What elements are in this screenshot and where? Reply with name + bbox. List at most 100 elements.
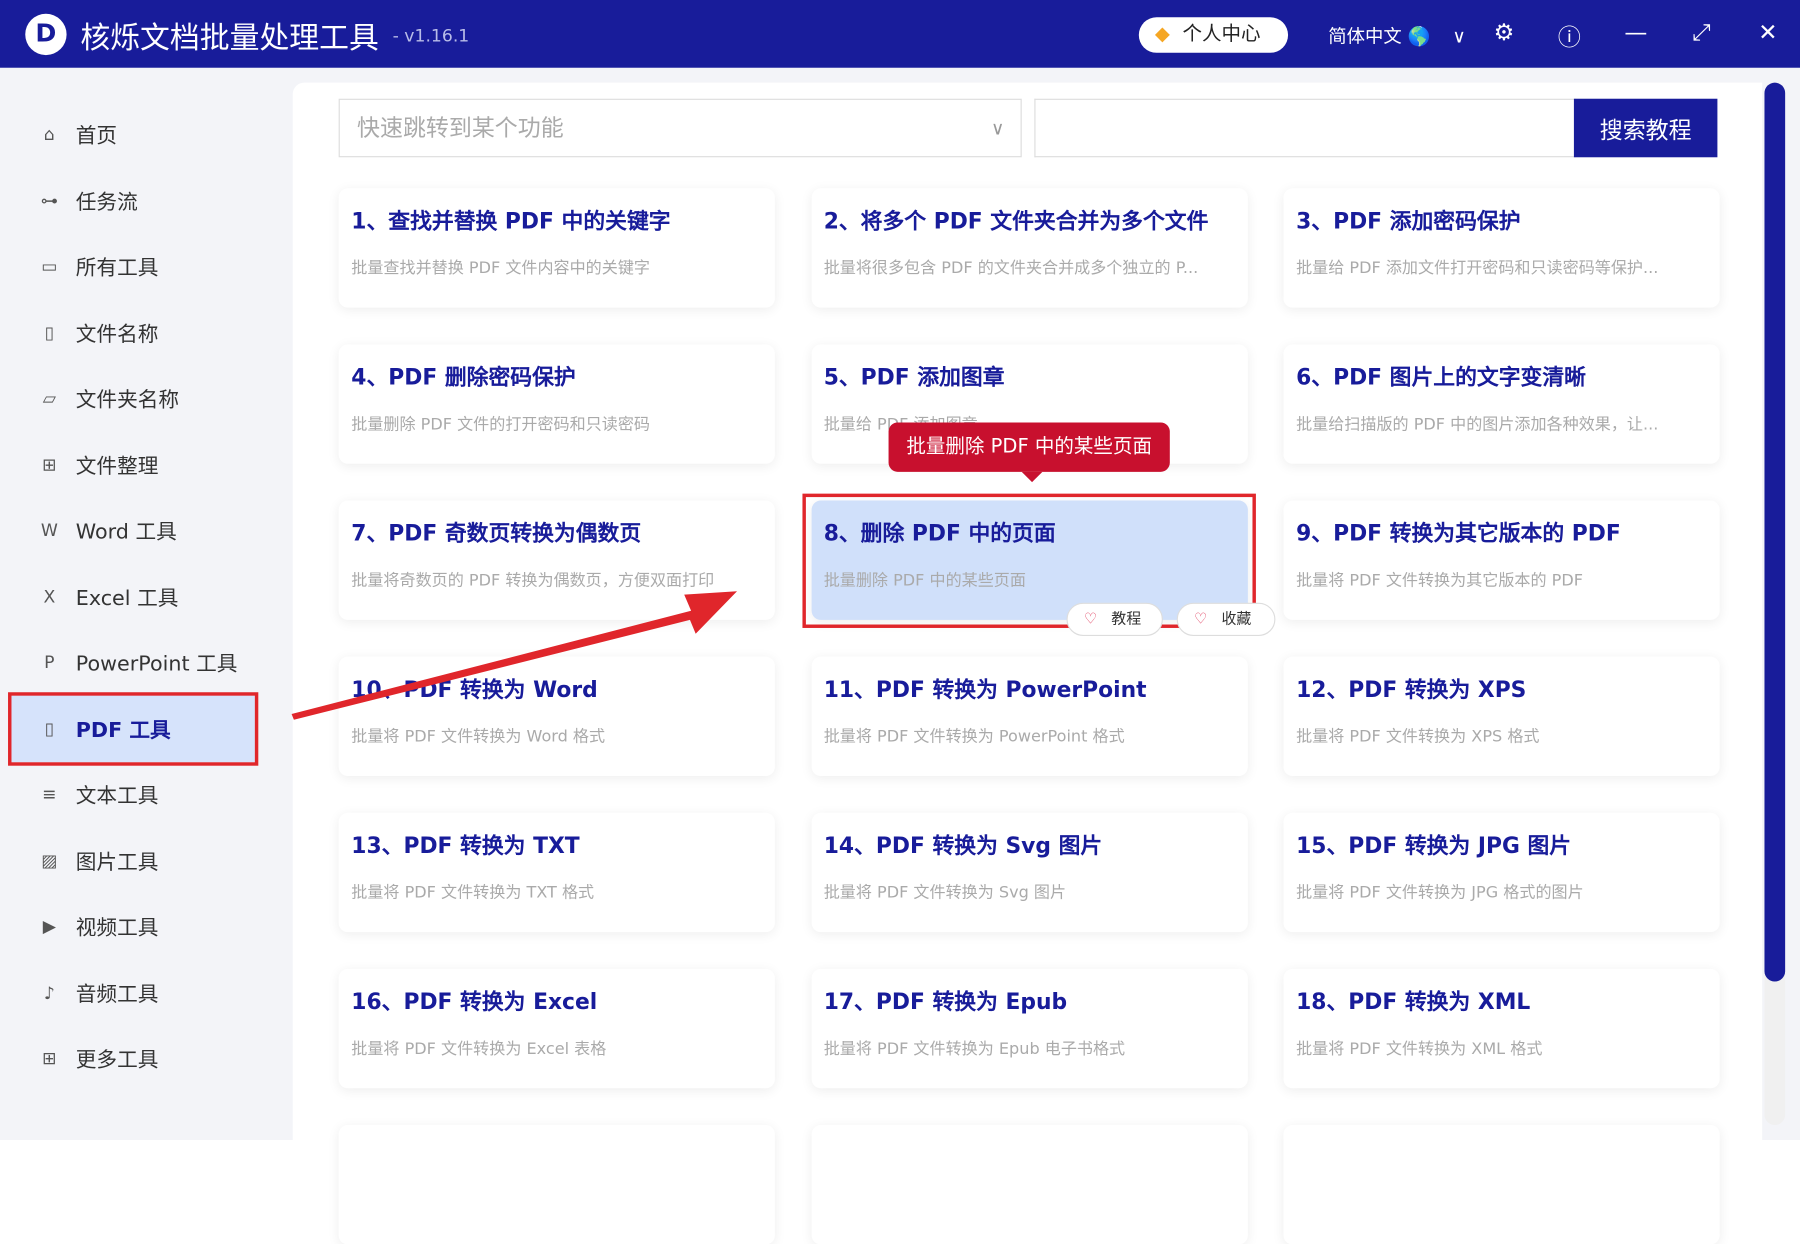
minimize-icon[interactable]: —	[1621, 18, 1651, 46]
sidebar-item[interactable]: ▭所有工具	[11, 233, 254, 300]
tool-card[interactable]	[1283, 1125, 1719, 1244]
tool-card[interactable]: 6、PDF 图片上的文字变清晰批量给扫描版的 PDF 中的图片添加各种效果，让.…	[1283, 344, 1719, 463]
gear-icon[interactable]: ⚙	[1489, 18, 1519, 46]
tool-card-title: 12、PDF 转换为 XPS	[1296, 673, 1707, 704]
tool-card-title: 16、PDF 转换为 Excel	[351, 985, 762, 1016]
sidebar-item-label: 图片工具	[76, 846, 159, 876]
tool-card[interactable]: 13、PDF 转换为 TXT批量将 PDF 文件转换为 TXT 格式	[339, 813, 775, 932]
sidebar-item[interactable]: XExcel 工具	[11, 563, 254, 630]
app-version: - v1.16.1	[393, 25, 470, 46]
sidebar-item[interactable]: ▨ 图片工具	[11, 827, 254, 894]
scrollbar-thumb[interactable]	[1764, 83, 1785, 982]
sidebar-item[interactable]: ⊶任务流	[11, 167, 254, 234]
sidebar-item-label: PowerPoint 工具	[76, 647, 238, 677]
sidebar-item[interactable]: ▯ PDF 工具	[11, 695, 254, 762]
video-icon: ▶	[37, 916, 62, 937]
user-center-button[interactable]: ◆个人中心	[1139, 17, 1288, 53]
sidebar-item[interactable]: ▶ 视频工具	[11, 893, 254, 960]
sidebar-item[interactable]: ≡文本工具	[11, 761, 254, 828]
tool-card-title: 18、PDF 转换为 XML	[1296, 985, 1707, 1016]
monitor-icon: ▭	[37, 256, 62, 277]
sidebar-item-label: 更多工具	[76, 1044, 159, 1074]
app-logo: D	[25, 14, 66, 55]
ppt-icon: P	[37, 652, 62, 673]
main-panel: 快速跳转到某个功能∨ 搜索教程 1、查找并替换 PDF 中的关键字批量查找并替换…	[293, 83, 1762, 1140]
word-icon: W	[37, 520, 62, 541]
help-icon[interactable]: ⓘ	[1554, 18, 1584, 51]
mic-icon: ♪	[37, 982, 62, 1003]
tool-card[interactable]: 2、将多个 PDF 文件夹合并为多个文件批量将很多包含 PDF 的文件夹合并成多…	[811, 188, 1247, 307]
sidebar-item[interactable]: ▱文件夹名称	[11, 365, 254, 432]
tool-card[interactable]: 4、PDF 删除密码保护批量删除 PDF 文件的打开密码和只读密码	[339, 344, 775, 463]
tool-card[interactable]: 9、PDF 转换为其它版本的 PDF批量将 PDF 文件转换为其它版本的 PDF	[1283, 501, 1719, 620]
sidebar-item[interactable]: ♪音频工具	[11, 959, 254, 1026]
title-bar: D 核烁文档批量处理工具 - v1.16.1 ◆个人中心 简体中文 🌎 ∨ ⚙ …	[0, 0, 1800, 68]
sidebar-item[interactable]: P PowerPoint 工具	[11, 629, 254, 696]
search-tutorial-button[interactable]: 搜索教程	[1574, 99, 1718, 158]
tool-card-title: 5、PDF 添加图章	[824, 360, 1235, 391]
favorite-label: 收藏	[1221, 611, 1251, 628]
sidebar: ⌂ 首页 ⊶任务流▭所有工具▯文件名称▱文件夹名称⊞文件整理 W Word 工具 XExc…	[0, 68, 287, 1140]
tool-card[interactable]	[339, 1125, 775, 1244]
sidebar-item-label: PDF 工具	[76, 713, 171, 743]
tool-card[interactable]: 15、PDF 转换为 JPG 图片批量将 PDF 文件转换为 JPG 格式的图片	[1283, 813, 1719, 932]
sidebar-item-label: Word 工具	[76, 515, 177, 545]
tool-card-title: 10、PDF 转换为 Word	[351, 673, 762, 704]
tutorial-button[interactable]: ♡ 教程	[1066, 603, 1162, 636]
file-icon: ▯	[37, 322, 62, 343]
tool-card-desc: 批量将 PDF 文件转换为 Epub 电子书格式	[824, 1037, 1235, 1060]
tool-card-title: 6、PDF 图片上的文字变清晰	[1296, 360, 1707, 391]
tool-card[interactable]: 7、PDF 奇数页转换为偶数页批量将奇数页的 PDF 转换为偶数页，方便双面打印	[339, 501, 775, 620]
tool-card-title: 17、PDF 转换为 Epub	[824, 985, 1235, 1016]
tool-card[interactable]: 10、PDF 转换为 Word 批量将 PDF 文件转换为 Word 格式	[339, 657, 775, 776]
sidebar-item-label: 任务流	[76, 185, 138, 215]
tool-card-desc: 批量将奇数页的 PDF 转换为偶数页，方便双面打印	[351, 568, 762, 591]
language-label: 简体中文	[1328, 25, 1401, 47]
tool-card[interactable]: 12、PDF 转换为 XPS批量将 PDF 文件转换为 XPS 格式	[1283, 657, 1719, 776]
tool-card[interactable]: 3、PDF 添加密码保护批量给 PDF 添加文件打开密码和只读密码等保护...	[1283, 188, 1719, 307]
sidebar-item[interactable]: W Word 工具	[11, 497, 254, 564]
language-select[interactable]: 简体中文 🌎 ∨	[1328, 21, 1466, 49]
image-icon: ▨	[37, 850, 62, 871]
home-icon: ⌂	[37, 124, 62, 145]
tool-card-desc: 批量将 PDF 文件转换为 Svg 图片	[824, 881, 1235, 904]
tool-card[interactable]: 17、PDF 转换为 Epub 批量将 PDF 文件转换为 Epub 电子书格式	[811, 969, 1247, 1088]
favorite-button[interactable]: ♡收藏	[1177, 603, 1276, 636]
tutorial-label: 教程	[1111, 611, 1141, 628]
tool-card-desc: 批量将 PDF 文件转换为 Excel 表格	[351, 1037, 762, 1060]
tool-card[interactable]: 18、PDF 转换为 XML批量将 PDF 文件转换为 XML 格式	[1283, 969, 1719, 1088]
chevron-down-icon: ∨	[1452, 25, 1465, 47]
quick-jump-dropdown[interactable]: 快速跳转到某个功能∨	[339, 99, 1022, 158]
app-title: 核烁文档批量处理工具	[80, 15, 378, 57]
tool-card-desc: 批量给 PDF 添加文件打开密码和只读密码等保护...	[1296, 256, 1707, 279]
bulb-icon: ♡	[1084, 604, 1097, 635]
diamond-icon: ◆	[1155, 17, 1170, 53]
pdf-icon: ▯	[37, 718, 62, 739]
sidebar-item-label: 文本工具	[76, 779, 159, 809]
maximize-icon[interactable]: ⤢	[1686, 18, 1716, 46]
sidebar-item-label: 首页	[76, 119, 117, 149]
sidebar-item-label: 视频工具	[76, 912, 159, 942]
sidebar-item[interactable]: ▯文件名称	[11, 299, 254, 366]
tool-card[interactable]: 1、查找并替换 PDF 中的关键字批量查找并替换 PDF 文件内容中的关键字	[339, 188, 775, 307]
scrollbar[interactable]	[1764, 83, 1785, 1125]
tool-card-desc: 批量将 PDF 文件转换为 TXT 格式	[351, 881, 762, 904]
tutorial-search-input[interactable]	[1034, 99, 1576, 158]
organize-icon: ⊞	[37, 454, 62, 475]
tool-card[interactable]: 16、PDF 转换为 Excel 批量将 PDF 文件转换为 Excel 表格	[339, 969, 775, 1088]
close-icon[interactable]: ✕	[1753, 18, 1783, 46]
tool-card[interactable]	[811, 1125, 1247, 1244]
sidebar-item[interactable]: ⊞ 更多工具	[11, 1025, 254, 1092]
tool-card-title: 15、PDF 转换为 JPG 图片	[1296, 829, 1707, 860]
tool-card-desc: 批量将 PDF 文件转换为 PowerPoint 格式	[824, 724, 1235, 747]
tooltip: 批量删除 PDF 中的某些页面	[889, 422, 1170, 471]
sidebar-item[interactable]: ⌂ 首页	[11, 101, 254, 168]
dropdown-placeholder: 快速跳转到某个功能	[357, 114, 564, 142]
grid-icon: ⊞	[37, 1048, 62, 1069]
tool-card[interactable]: 11、PDF 转换为 PowerPoint批量将 PDF 文件转换为 Power…	[811, 657, 1247, 776]
sidebar-item[interactable]: ⊞文件整理	[11, 431, 254, 498]
tool-card[interactable]: 14、PDF 转换为 Svg 图片批量将 PDF 文件转换为 Svg 图片	[811, 813, 1247, 932]
tool-card-desc: 批量将 PDF 文件转换为 Word 格式	[351, 724, 762, 747]
tool-card-title: 14、PDF 转换为 Svg 图片	[824, 829, 1235, 860]
tool-card-title: 9、PDF 转换为其它版本的 PDF	[1296, 517, 1707, 548]
